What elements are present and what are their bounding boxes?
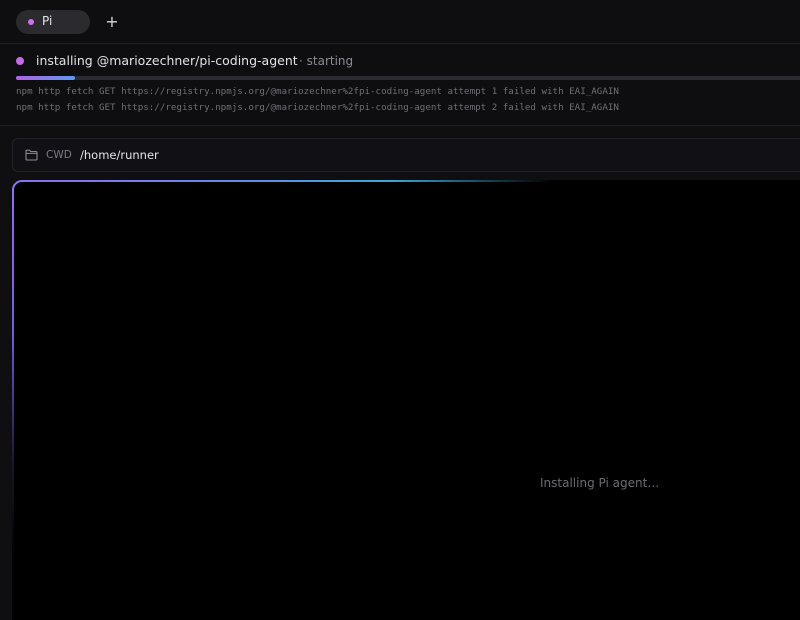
cwd-path[interactable]: /home/runner <box>80 147 159 163</box>
terminal-glow-top <box>12 180 552 182</box>
terminal-glow-left <box>12 180 14 560</box>
log-line: npm http fetch GET https://registry.npmj… <box>16 102 619 113</box>
install-status-dot <box>16 57 24 65</box>
install-progress-fill <box>16 76 75 80</box>
tab-label: Pi <box>42 14 53 28</box>
install-progress-bar <box>16 76 800 80</box>
log-line: npm http fetch GET https://registry.npmj… <box>16 86 619 97</box>
tab-pi[interactable]: Pi <box>16 10 90 34</box>
terminal-pane[interactable]: Installing Pi agent… <box>12 180 800 620</box>
install-title: installing @mariozechner/pi-coding-agent <box>36 53 298 68</box>
folder-icon <box>25 149 38 161</box>
terminal-status-message: Installing Pi agent… <box>540 476 660 490</box>
cwd-bar: CWD /home/runner <box>12 138 800 172</box>
install-panel: installing @mariozechner/pi-coding-agent… <box>0 45 800 126</box>
tab-bar: Pi + <box>0 0 800 44</box>
cwd-label: CWD <box>46 149 72 161</box>
add-tab-button[interactable]: + <box>104 10 120 34</box>
tab-status-dot <box>28 19 34 25</box>
install-state: · starting <box>299 54 354 68</box>
